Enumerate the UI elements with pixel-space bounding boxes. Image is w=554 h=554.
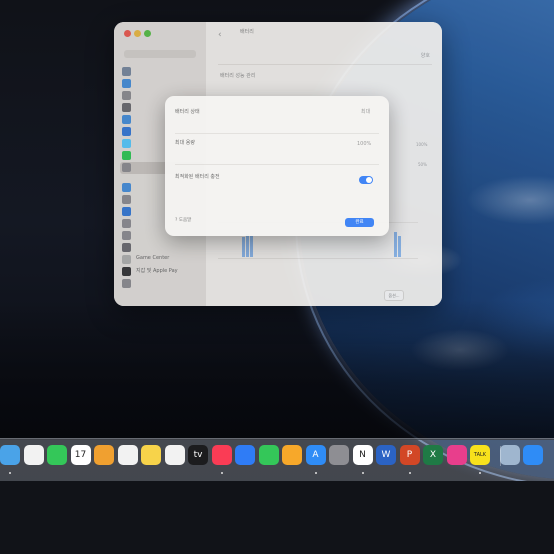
reminders-app-icon[interactable]: [117, 445, 138, 465]
chart-axis: [218, 258, 418, 259]
running-indicator: [220, 472, 223, 474]
dialog-divider: [175, 133, 379, 134]
preview-app-icon[interactable]: [499, 445, 520, 465]
chart-right-label: 50%: [418, 162, 427, 167]
row-divider: [218, 64, 432, 65]
sidebar-item-icon: [122, 195, 131, 204]
done-button[interactable]: 완료: [345, 218, 374, 227]
running-indicator: [408, 472, 411, 474]
options-button[interactable]: 옵션...: [384, 290, 404, 301]
sidebar-item[interactable]: [120, 78, 204, 90]
question-icon: ?: [175, 218, 178, 223]
sidebar-item-icon: [122, 91, 131, 100]
kakaotalk-app-icon[interactable]: TALK: [470, 445, 490, 465]
numbers-app-icon[interactable]: [258, 445, 279, 465]
close-window-button[interactable]: [124, 30, 131, 37]
help-label: 도움말: [178, 218, 192, 223]
photos-app-icon[interactable]: [23, 445, 44, 465]
help-button[interactable]: ? 도움말: [175, 217, 191, 223]
dock-divider: [500, 446, 501, 466]
sidebar-item-label: 지갑 및 Apple Pay: [136, 268, 178, 274]
minimize-window-button[interactable]: [134, 30, 141, 37]
shortcut-pink-app-icon[interactable]: [446, 445, 467, 465]
sidebar-item[interactable]: Game Center: [120, 254, 204, 266]
battery-performance-label[interactable]: 배터리 성능 관리: [220, 72, 255, 79]
usage-bar: [398, 236, 401, 257]
usage-bar: [246, 234, 249, 257]
max-capacity-title: 최대 용량: [175, 140, 195, 146]
sidebar-item-icon: [122, 219, 131, 228]
passwords-app-icon[interactable]: [94, 445, 114, 465]
usage-bar: [242, 237, 245, 257]
sidebar-search-input[interactable]: [124, 50, 196, 58]
sidebar-item-icon: [122, 67, 131, 76]
wallpaper-shadow: [0, 300, 554, 440]
running-indicator: [361, 472, 364, 474]
battery-health-value: 양호: [420, 53, 430, 59]
sidebar-item-icon: [122, 139, 131, 148]
word-app-icon[interactable]: W: [376, 445, 396, 465]
battery-condition-value: 최대: [361, 109, 371, 115]
music-app-icon[interactable]: [211, 445, 232, 465]
sidebar-item-icon: [122, 279, 131, 288]
zoom-window-button[interactable]: [144, 30, 151, 37]
chart-right-label: 100%: [416, 142, 428, 147]
settings-app-icon[interactable]: [329, 445, 349, 465]
optimized-charging-toggle[interactable]: [359, 176, 373, 184]
finder-app-icon[interactable]: [0, 445, 20, 465]
pane-title: 배터리: [240, 29, 254, 35]
running-indicator: [9, 472, 11, 474]
sidebar-item-label: Game Center: [136, 255, 170, 261]
sidebar-item[interactable]: [120, 278, 204, 290]
keynote-app-icon[interactable]: [235, 445, 255, 465]
screen-app-app-icon[interactable]: [523, 445, 543, 465]
sidebar-item[interactable]: 지갑 및 Apple Pay: [120, 266, 204, 278]
battery-health-dialog: 배터리 상태 최대 최대 용량 100% 최적화된 배터리 충전 ? 도움말 완…: [165, 96, 389, 236]
appstore-app-icon[interactable]: A: [305, 445, 326, 465]
freeform-app-icon[interactable]: [164, 445, 185, 465]
sidebar-item-icon: [122, 231, 131, 240]
sidebar-item[interactable]: [120, 66, 204, 78]
sidebar-item-icon: [122, 207, 131, 216]
sidebar-item-icon: [122, 127, 131, 136]
sidebar-item-icon: [122, 183, 131, 192]
dialog-divider: [175, 164, 379, 165]
powerpoint-app-icon[interactable]: P: [399, 445, 420, 465]
running-indicator: [479, 472, 481, 474]
facetime-app-icon[interactable]: [47, 445, 67, 465]
usage-bar: [394, 232, 397, 257]
sidebar-item-icon: [122, 115, 131, 124]
excel-app-icon[interactable]: X: [423, 445, 443, 465]
sidebar-item-icon: [122, 163, 131, 172]
usage-bar: [250, 236, 253, 257]
sidebar-item[interactable]: [120, 242, 204, 254]
sidebar-item-icon: [122, 79, 131, 88]
screen-bezel: [0, 481, 554, 554]
notion-app-icon[interactable]: N: [352, 445, 373, 465]
sidebar-item-icon: [122, 267, 131, 276]
battery-condition-title: 배터리 상태: [175, 109, 200, 115]
pages-app-icon[interactable]: [282, 445, 302, 465]
sidebar-item-icon: [122, 103, 131, 112]
running-indicator: [314, 472, 317, 474]
sidebar-item-icon: [122, 255, 131, 264]
max-capacity-value: 100%: [357, 141, 372, 147]
appletv-app-icon[interactable]: tv: [188, 445, 208, 465]
sidebar-item-icon: [122, 243, 131, 252]
sidebar-item-icon: [122, 151, 131, 160]
notes-app-icon[interactable]: [141, 445, 161, 465]
calendar-app-icon[interactable]: 17: [70, 445, 91, 465]
back-chevron-icon[interactable]: ‹: [218, 30, 222, 40]
optimized-charging-title: 최적화된 배터리 충전: [175, 174, 220, 180]
